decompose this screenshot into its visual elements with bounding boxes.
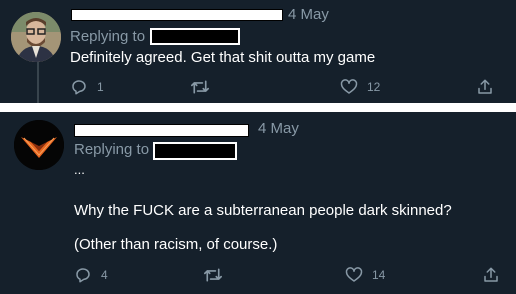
retweet-button[interactable] bbox=[190, 78, 219, 96]
avatar[interactable] bbox=[14, 120, 64, 170]
share-icon bbox=[476, 78, 494, 96]
retweet-icon bbox=[203, 266, 223, 284]
tweet-text-line: (Other than racism, of course.) bbox=[74, 236, 278, 253]
like-count: 12 bbox=[367, 80, 381, 94]
tweet-reply-2[interactable]: 4 May Replying to ... Why the FUCK are a… bbox=[0, 112, 516, 294]
reply-icon bbox=[70, 78, 88, 96]
tweet-date[interactable]: 4 May bbox=[288, 6, 329, 23]
retweet-icon bbox=[190, 78, 210, 96]
replying-to-label: Replying to bbox=[70, 28, 146, 45]
retweet-button[interactable] bbox=[203, 266, 232, 284]
reply-icon bbox=[74, 266, 92, 284]
reply-button[interactable]: 1 bbox=[70, 78, 104, 96]
like-icon bbox=[345, 266, 363, 284]
like-button[interactable]: 12 bbox=[340, 78, 380, 96]
redacted-display-name bbox=[74, 124, 249, 137]
tweet-text-line-ellipsis: ... bbox=[74, 162, 85, 177]
redacted-reply-handle[interactable] bbox=[153, 142, 237, 160]
reply-button[interactable]: 4 bbox=[74, 266, 108, 284]
tweet-date[interactable]: 4 May bbox=[258, 120, 299, 137]
tweet-text-line: Why the FUCK are a subterranean people d… bbox=[74, 202, 452, 219]
reply-count: 4 bbox=[101, 268, 108, 282]
thread-line bbox=[37, 60, 39, 103]
avatar[interactable] bbox=[11, 12, 61, 62]
reply-count: 1 bbox=[97, 80, 104, 94]
share-button[interactable] bbox=[476, 78, 494, 96]
share-icon bbox=[482, 266, 500, 284]
tweet-reply-1[interactable]: 4 May Replying to Definitely agreed. Get… bbox=[0, 0, 516, 103]
tweet-separator bbox=[0, 103, 516, 112]
like-count: 14 bbox=[372, 268, 386, 282]
tweet-text: Definitely agreed. Get that shit outta m… bbox=[70, 49, 376, 66]
share-button[interactable] bbox=[482, 266, 500, 284]
like-button[interactable]: 14 bbox=[345, 266, 385, 284]
redacted-display-name bbox=[71, 9, 283, 21]
replying-to-label: Replying to bbox=[74, 141, 150, 158]
redacted-reply-handle[interactable] bbox=[150, 28, 240, 45]
like-icon bbox=[340, 78, 358, 96]
